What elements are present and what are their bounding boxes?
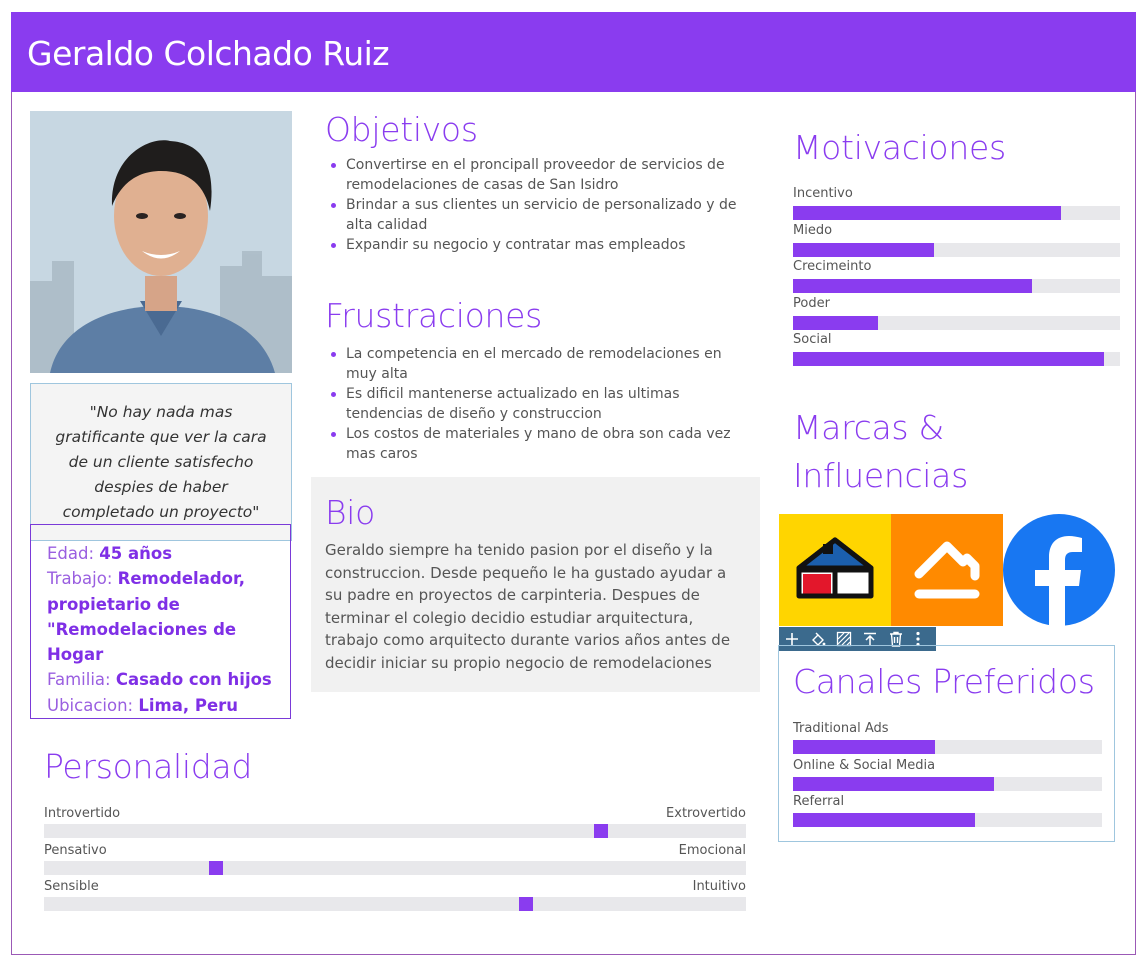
house-icon — [796, 537, 874, 599]
slider-right-label: Intuitivo — [692, 879, 746, 895]
motivation-bar-track[interactable] — [793, 279, 1120, 294]
motivations-title[interactable]: Motivaciones — [793, 128, 1006, 167]
list-item: La competencia en el mercado de remodela… — [326, 344, 751, 384]
slider-right-label: Extrovertido — [666, 806, 746, 821]
profile-photo[interactable] — [30, 111, 292, 373]
slider-thumb[interactable] — [209, 860, 224, 875]
channel-bar-fill — [793, 740, 936, 754]
bar-label: Social — [793, 332, 832, 348]
channel-bar-track[interactable] — [793, 740, 1102, 754]
personality-slider[interactable] — [44, 897, 746, 912]
info-box[interactable]: Edad: 45 años Trabajo: Remodelador, prop… — [30, 524, 291, 719]
channels-title[interactable]: Canales Preferidos — [793, 662, 1095, 701]
objectives-title[interactable]: Objetivos — [325, 110, 478, 149]
slider-thumb[interactable] — [594, 824, 609, 838]
frustrations-title[interactable]: Frustraciones — [325, 296, 542, 335]
facebook-icon — [1003, 514, 1115, 626]
bar-label: Poder — [793, 295, 830, 311]
bar-label: Miedo — [793, 222, 833, 238]
header-bar: Geraldo Colchado Ruiz — [11, 12, 1136, 92]
job-line-2: propietario de — [47, 592, 290, 617]
slider-thumb[interactable] — [518, 897, 533, 912]
brands-title-2[interactable]: Influencias — [793, 456, 968, 495]
bar-label: Traditional Ads — [793, 721, 889, 736]
location-value: Lima, Peru — [138, 695, 239, 715]
list-item: Expandir su negocio y contratar mas empl… — [326, 235, 751, 255]
home-store-logo[interactable] — [779, 514, 891, 626]
profile-photo-illustration — [30, 111, 292, 373]
motivation-bar-track[interactable] — [793, 352, 1120, 367]
objectives-list[interactable]: Convertirse en el proncipall proveedor d… — [326, 155, 751, 255]
age-value: 45 años — [99, 544, 173, 563]
channel-bar-track[interactable] — [793, 813, 1102, 828]
age-line: Edad: 45 años — [47, 541, 290, 566]
bio-text: Geraldo siempre ha tenido pasion por el … — [325, 541, 731, 672]
brands-title-1[interactable]: Marcas & — [793, 408, 944, 447]
bar-label: Online & Social Media — [793, 757, 936, 773]
location-line: Ubicacion: Lima, Peru — [47, 693, 290, 718]
bar-label: Incentivo — [793, 186, 853, 201]
bar-label: Referral — [793, 794, 845, 810]
job-value-1: Remodelador, — [117, 569, 245, 589]
family-label: Familia: — [47, 670, 111, 690]
motivation-bar-track[interactable] — [793, 315, 1120, 330]
job-line-4: Hogar — [47, 642, 290, 667]
sodimac-logo[interactable] — [891, 514, 1003, 626]
list-item: Brindar a sus clientes un servicio de pe… — [326, 195, 751, 235]
slider-right-label: Emocional — [678, 842, 746, 858]
channel-bar-fill — [793, 776, 994, 791]
facebook-logo[interactable] — [1003, 514, 1115, 626]
bio-box[interactable]: Bio Geraldo siempre ha tenido pasion por… — [311, 477, 760, 692]
personality-slider[interactable] — [44, 860, 746, 875]
job-value-4: Hogar — [47, 645, 104, 665]
motivation-bar-fill — [793, 206, 1062, 220]
personality-slider[interactable] — [44, 824, 746, 838]
motivation-bar-track[interactable] — [793, 242, 1120, 257]
motivation-bar-fill — [793, 352, 1104, 367]
frustrations-list[interactable]: La competencia en el mercado de remodela… — [326, 344, 751, 464]
list-item: Los costos de materiales y mano de obra … — [326, 424, 751, 464]
age-label: Edad: — [47, 544, 95, 563]
location-label: Ubicacion: — [47, 695, 134, 715]
list-item: Convertirse en el proncipall proveedor d… — [326, 155, 751, 195]
job-line-3: "Remodelaciones de — [47, 617, 290, 642]
family-line: Familia: Casado con hijos — [47, 667, 290, 692]
channel-bar-track[interactable] — [793, 776, 1102, 791]
motivation-bar-fill — [793, 315, 879, 330]
persona-quote: "No hay nada mas gratificante que ver la… — [55, 402, 267, 521]
personality-title[interactable]: Personalidad — [44, 747, 252, 786]
channel-bar-fill — [793, 813, 976, 828]
motivation-bar-track[interactable] — [793, 206, 1120, 220]
page-title[interactable]: Geraldo Colchado Ruiz — [27, 34, 390, 73]
roof-icon — [914, 541, 980, 599]
motivation-bar-fill — [793, 242, 934, 257]
list-item: Es dificil mantenerse actualizado en las… — [326, 384, 751, 424]
job-line: Trabajo: Remodelador, — [47, 566, 290, 591]
family-value: Casado con hijos — [115, 670, 272, 690]
bar-label: Crecimeinto — [793, 259, 872, 275]
job-label: Trabajo: — [47, 569, 113, 589]
motivation-bar-fill — [793, 279, 1032, 294]
quote-box[interactable]: "No hay nada mas gratificante que ver la… — [30, 383, 292, 541]
job-value-3: "Remodelaciones de — [47, 619, 237, 639]
bio-title: Bio — [325, 493, 376, 532]
job-value-2: propietario de — [47, 594, 180, 614]
